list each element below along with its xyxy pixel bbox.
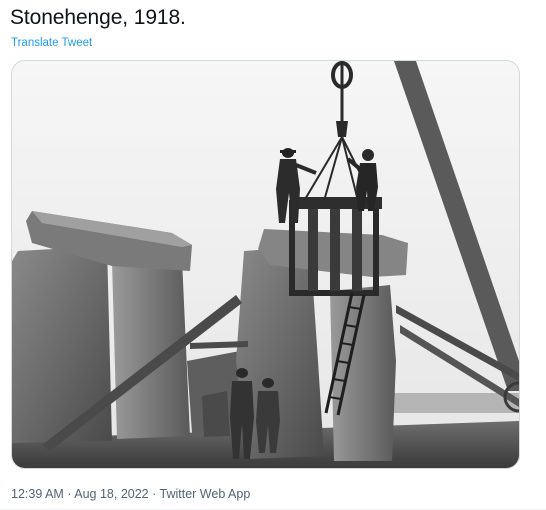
right-upright-stone xyxy=(330,285,396,461)
cradle-beam-3 xyxy=(352,209,362,291)
tweet-time[interactable]: 12:39 AM xyxy=(11,487,64,501)
horizon xyxy=(382,393,519,413)
cradle-beam-1 xyxy=(308,209,318,291)
stonehenge-photo-image xyxy=(12,61,519,468)
tweet-date[interactable]: Aug 18, 2022 xyxy=(74,487,148,501)
cradle-beam-2 xyxy=(330,209,340,291)
crane-hook xyxy=(336,121,348,137)
meta-separator: · xyxy=(63,487,75,501)
small-fallen-stone xyxy=(202,391,230,437)
tweet-source[interactable]: Twitter Web App xyxy=(160,487,251,501)
meta-separator: · xyxy=(148,487,160,501)
translate-tweet-link[interactable]: Translate Tweet xyxy=(11,36,92,50)
tweet-text: Stonehenge, 1918. xyxy=(10,6,186,29)
tweet-metadata: 12:39 AM · Aug 18, 2022 · Twitter Web Ap… xyxy=(11,486,250,502)
tweet: Stonehenge, 1918. Translate Tweet 12:39 … xyxy=(0,0,546,510)
tweet-photo[interactable] xyxy=(11,60,520,469)
